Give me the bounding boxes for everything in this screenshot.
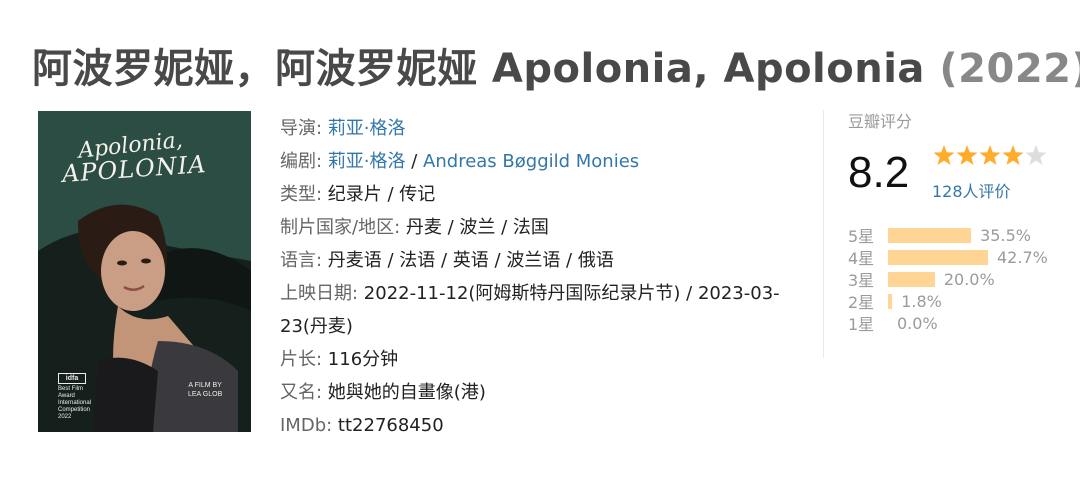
- rating-bar-percent: 20.0%: [943, 269, 995, 289]
- rating-label: 豆瓣评分: [848, 112, 913, 131]
- imdb-row: IMDb: tt22768450: [280, 409, 800, 442]
- writer-link-2[interactable]: Andreas Bøggild Monies: [423, 151, 639, 172]
- rating-bar-row: 3星 20.0%: [848, 268, 1048, 291]
- poster-title: Apolonia, APOLONIA: [61, 128, 207, 188]
- star-empty-icon: [1025, 145, 1047, 165]
- aka-value: 她與她的自畫像(港): [327, 382, 486, 403]
- rating-bar-label: 2星: [848, 293, 875, 312]
- star-filled-icon: [1002, 145, 1024, 165]
- genre-value: 纪录片 / 传记: [327, 184, 436, 205]
- aka-label: 又名:: [280, 382, 328, 403]
- movie-info: 导演: 莉亚·格洛 编剧: 莉亚·格洛 / Andreas Bøggild Mo…: [280, 112, 800, 442]
- rating-bar: [888, 293, 893, 309]
- poster-credit-top: A FILM BY: [188, 382, 222, 389]
- writer-label: 编剧:: [280, 151, 328, 172]
- country-label: 制片国家/地区:: [280, 217, 406, 238]
- movie-name: 阿波罗妮娅，阿波罗妮娅 Apolonia, Apolonia: [32, 46, 925, 92]
- imdb-label: IMDb:: [280, 415, 338, 436]
- director-row: 导演: 莉亚·格洛: [280, 112, 800, 145]
- rating-stars-icon: [933, 145, 1047, 165]
- rating-distribution: 5星 35.5% 4星 42.7% 3星 20.0% 2星 1.8% 1星 0.0%: [848, 224, 1048, 335]
- release-row: 上映日期: 2022-11-12(阿姆斯特丹国际纪录片节) / 2023-03-…: [280, 277, 800, 343]
- director-label: 导演:: [280, 118, 328, 139]
- rating-bar-row: 5星 35.5%: [848, 224, 1048, 247]
- country-value: 丹麦 / 波兰 / 法国: [405, 217, 549, 238]
- runtime-label: 片长:: [280, 349, 328, 370]
- rating-bar: [888, 249, 988, 265]
- language-label: 语言:: [280, 250, 328, 271]
- star-filled-icon: [933, 145, 955, 165]
- rating-bar-percent: 42.7%: [997, 247, 1048, 267]
- rating-bar-label: 4星: [848, 249, 875, 268]
- festival-badge: idfa: [58, 373, 86, 384]
- poster-credit: A FILM BY LEA GLOB: [188, 381, 222, 399]
- language-row: 语言: 丹麦语 / 法语 / 英语 / 波兰语 / 俄语: [280, 244, 800, 277]
- writer-link-1[interactable]: 莉亚·格洛: [328, 151, 406, 172]
- rating-panel: 豆瓣评分 8.2 128人评价 5星 35.5% 4星 42.7% 3星 20.0% 2星 1…: [848, 108, 1068, 334]
- director-link[interactable]: 莉亚·格洛: [328, 118, 406, 139]
- festival-text: Best Film Award International Competitio…: [58, 386, 92, 420]
- rating-bar-label: 5星: [848, 227, 875, 246]
- country-row: 制片国家/地区: 丹麦 / 波兰 / 法国: [280, 211, 800, 244]
- star-filled-icon: [979, 145, 1001, 165]
- rating-bar-percent: 35.5%: [980, 225, 1031, 245]
- genre-row: 类型: 纪录片 / 传记: [280, 178, 800, 211]
- rating-bar-row: 4星 42.7%: [848, 246, 1048, 269]
- rating-bar-label: 1星: [848, 315, 875, 334]
- movie-year: (2022): [939, 46, 1080, 92]
- rating-bar-label: 3星: [848, 271, 875, 290]
- rating-bar-percent: 0.0%: [897, 313, 938, 333]
- genre-label: 类型:: [280, 184, 328, 205]
- runtime-value: 116分钟: [327, 349, 399, 370]
- poster-credit-name: LEA GLOB: [188, 391, 223, 398]
- rating-count-link[interactable]: 128人评价: [932, 178, 1011, 202]
- writer-row: 编剧: 莉亚·格洛 / Andreas Bøggild Monies: [280, 145, 800, 178]
- rating-bar: [888, 271, 935, 287]
- rating-bar-row: 1星 0.0%: [848, 312, 1048, 335]
- runtime-row: 片长: 116分钟: [280, 343, 800, 376]
- release-label: 上映日期:: [280, 283, 364, 304]
- page-title: 阿波罗妮娅，阿波罗妮娅 Apolonia, Apolonia (2022): [32, 36, 1080, 94]
- rating-bar-percent: 1.8%: [901, 291, 942, 311]
- festival-laurel: idfa Best Film Award International Compe…: [58, 373, 92, 421]
- imdb-value: tt22768450: [337, 415, 444, 436]
- writer-separator: /: [405, 151, 424, 172]
- star-filled-icon: [956, 145, 978, 165]
- movie-poster[interactable]: Apolonia, APOLONIA idfa Best Film Award …: [38, 111, 251, 432]
- aka-row: 又名: 她與她的自畫像(港): [280, 376, 800, 409]
- rating-bar: [888, 227, 972, 243]
- rating-bar-row: 2星 1.8%: [848, 290, 1048, 313]
- rating-score: 8.2: [848, 148, 910, 197]
- section-divider: [823, 110, 824, 358]
- language-value: 丹麦语 / 法语 / 英语 / 波兰语 / 俄语: [327, 250, 614, 271]
